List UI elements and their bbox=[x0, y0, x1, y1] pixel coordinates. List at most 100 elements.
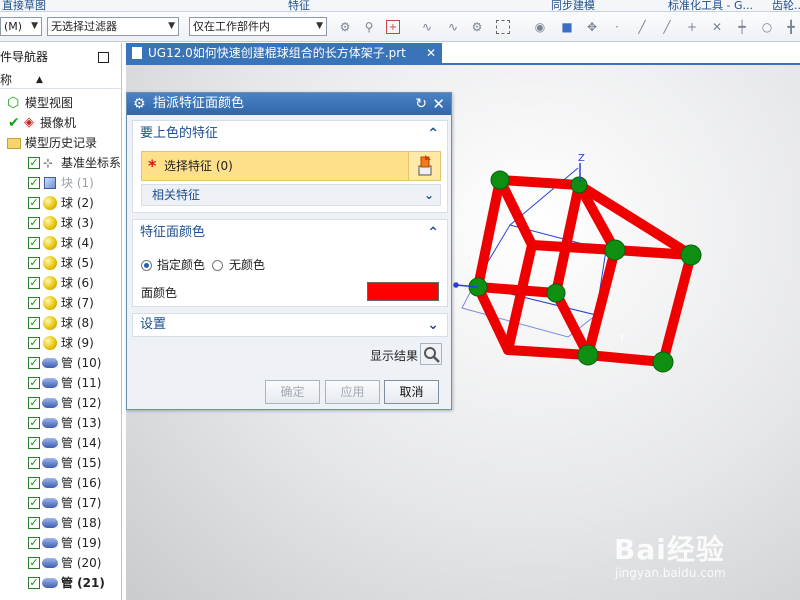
cross-icon[interactable]: ✕ bbox=[710, 20, 724, 34]
chevron-up-icon[interactable]: ⌃ bbox=[427, 220, 439, 246]
visibility-checkbox[interactable]: ✓ bbox=[28, 497, 40, 509]
search-icon[interactable] bbox=[420, 343, 442, 365]
visibility-checkbox[interactable]: ✓ bbox=[28, 437, 40, 449]
visibility-checkbox[interactable]: ✓ bbox=[28, 217, 40, 229]
gear-icon[interactable]: ⚙ bbox=[133, 93, 146, 115]
chevron-down-icon[interactable]: ⌄ bbox=[427, 314, 439, 336]
tree-item-sphere[interactable]: ✓ 球 (6) bbox=[0, 273, 121, 293]
point-icon[interactable]: · bbox=[610, 20, 624, 34]
tree-item-sphere[interactable]: ✓ 球 (2) bbox=[0, 193, 121, 213]
dialog-title-bar[interactable]: ⚙ 指派特征面颜色 ↻ ✕ bbox=[127, 93, 451, 115]
tree-item-tube[interactable]: ✓ 管 (16) bbox=[0, 473, 121, 493]
select-box-icon[interactable]: + bbox=[386, 20, 400, 34]
circle-icon[interactable]: ○ bbox=[760, 20, 774, 34]
visibility-checkbox[interactable]: ✓ bbox=[28, 317, 40, 329]
plus-icon[interactable]: + bbox=[685, 20, 699, 34]
tree-item-block[interactable]: ✓ 块 (1) bbox=[0, 173, 121, 193]
snap-points-icon[interactable]: ✥ bbox=[585, 20, 599, 34]
tree-item-camera[interactable]: ✔ ◈ 摄像机 bbox=[0, 113, 121, 133]
tree-item-datum-csys[interactable]: ✓ ⊹ 基准坐标系 bbox=[0, 153, 121, 173]
tree-item-tube[interactable]: ✓ 管 (12) bbox=[0, 393, 121, 413]
chevron-up-icon[interactable]: ⌃ bbox=[427, 121, 439, 147]
visibility-checkbox[interactable]: ✓ bbox=[28, 237, 40, 249]
tree-item-tube[interactable]: ✓ 管 (17) bbox=[0, 493, 121, 513]
section-header-color[interactable]: 特征面颜色 ⌃ bbox=[133, 220, 447, 246]
rectangle-select-icon[interactable] bbox=[496, 20, 510, 34]
radio-no-color[interactable] bbox=[212, 260, 223, 271]
tube-icon bbox=[42, 438, 58, 448]
visibility-checkbox[interactable]: ✓ bbox=[28, 377, 40, 389]
section-header-features[interactable]: 要上色的特征 ⌃ bbox=[133, 121, 447, 147]
face-rule-icon[interactable]: ∿ bbox=[446, 20, 460, 34]
visibility-checkbox[interactable]: ✓ bbox=[28, 277, 40, 289]
apply-button[interactable]: 应用 bbox=[325, 380, 380, 404]
curve-rule-icon[interactable]: ∿ bbox=[420, 20, 434, 34]
ok-button[interactable]: 确定 bbox=[265, 380, 320, 404]
visibility-checkbox[interactable]: ✓ bbox=[28, 257, 40, 269]
visibility-checkbox[interactable]: ✓ bbox=[28, 177, 40, 189]
ribbon-gear[interactable]: 齿轮... bbox=[772, 0, 800, 11]
menu-combo[interactable]: (M) ▼ bbox=[0, 17, 42, 36]
visibility-checkbox[interactable]: ✓ bbox=[28, 337, 40, 349]
tree-item-tube[interactable]: ✓ 管 (10) bbox=[0, 353, 121, 373]
tree-item-sphere[interactable]: ✓ 球 (4) bbox=[0, 233, 121, 253]
snap-icon[interactable]: ⚲ bbox=[362, 20, 376, 34]
tree-item-tube[interactable]: ✓ 管 (14) bbox=[0, 433, 121, 453]
cross-point-icon[interactable]: ┿ bbox=[735, 20, 749, 34]
tree-item-model-views[interactable]: ⬡ 模型视图 bbox=[0, 93, 121, 113]
tree-item-sphere[interactable]: ✓ 球 (7) bbox=[0, 293, 121, 313]
visibility-checkbox[interactable]: ✓ bbox=[28, 297, 40, 309]
visibility-checkbox[interactable]: ✓ bbox=[28, 477, 40, 489]
tree-item-tube[interactable]: ✓ 管 (15) bbox=[0, 453, 121, 473]
visibility-checkbox[interactable]: ✓ bbox=[28, 397, 40, 409]
tree-item-tube[interactable]: ✓ 管 (11) bbox=[0, 373, 121, 393]
tree-item-tube[interactable]: ✓ 管 (13) bbox=[0, 413, 121, 433]
ribbon-direct-sketch[interactable]: 直接草图 bbox=[2, 0, 46, 11]
line-icon[interactable]: ╱ bbox=[635, 20, 649, 34]
document-tab[interactable]: UG12.0如何快速创建棍球组合的长方体架子.prt ✕ bbox=[126, 43, 442, 63]
close-icon[interactable]: ✕ bbox=[426, 43, 436, 63]
tree-item-tube[interactable]: ✓ 管 (18) bbox=[0, 513, 121, 533]
tree-item-tube[interactable]: ✓ 管 (20) bbox=[0, 553, 121, 573]
line-icon-2[interactable]: ╱ bbox=[660, 20, 674, 34]
tree-item-sphere[interactable]: ✓ 球 (9) bbox=[0, 333, 121, 353]
visibility-checkbox[interactable]: ✓ bbox=[28, 197, 40, 209]
shaded-icon[interactable]: ◉ bbox=[533, 20, 547, 34]
visibility-checkbox[interactable]: ✓ bbox=[28, 157, 40, 169]
tree-item-tube[interactable]: ✓ 管 (19) bbox=[0, 533, 121, 553]
select-feature-icon[interactable] bbox=[408, 152, 440, 180]
face-color-swatch[interactable] bbox=[367, 282, 439, 301]
cross-icon-2[interactable]: ╋ bbox=[784, 20, 798, 34]
close-icon[interactable]: ✕ bbox=[432, 93, 445, 115]
column-header-name[interactable]: 名称 ▲ bbox=[0, 71, 121, 89]
visibility-checkbox[interactable]: ✓ bbox=[28, 417, 40, 429]
section-feature-face-color: 特征面颜色 ⌃ 指定颜色 无颜色 面颜色 bbox=[132, 219, 448, 307]
ribbon-standard-tools[interactable]: 标准化工具 - G... bbox=[668, 0, 753, 11]
tree-item-sphere[interactable]: ✓ 球 (3) bbox=[0, 213, 121, 233]
gear-icon[interactable]: ⚙ bbox=[470, 20, 484, 34]
tree-item-tube-current[interactable]: ✓ 管 (21) bbox=[0, 573, 121, 593]
maximize-icon[interactable] bbox=[98, 52, 109, 63]
chevron-down-icon: ▼ bbox=[316, 21, 323, 31]
tree-item-sphere[interactable]: ✓ 球 (8) bbox=[0, 313, 121, 333]
cancel-button[interactable]: 取消 bbox=[384, 380, 439, 404]
tree-item-model-history[interactable]: 模型历史记录 bbox=[0, 133, 121, 153]
visibility-checkbox[interactable]: ✓ bbox=[28, 517, 40, 529]
visibility-checkbox[interactable]: ✓ bbox=[28, 457, 40, 469]
visibility-checkbox[interactable]: ✓ bbox=[28, 557, 40, 569]
type-filter-combo[interactable]: 无选择过滤器 ▼ bbox=[47, 17, 179, 36]
feature-filter-icon[interactable]: ⚙ bbox=[338, 20, 352, 34]
visibility-checkbox[interactable]: ✓ bbox=[28, 577, 40, 589]
visibility-checkbox[interactable]: ✓ bbox=[28, 357, 40, 369]
ribbon-feature[interactable]: 特征 bbox=[288, 0, 310, 11]
reset-icon[interactable]: ↻ bbox=[415, 93, 427, 115]
selection-scope-combo[interactable]: 仅在工作部件内 ▼ bbox=[189, 17, 327, 36]
cube-icon[interactable]: ■ bbox=[560, 20, 574, 34]
visibility-checkbox[interactable]: ✓ bbox=[28, 537, 40, 549]
radio-specify-color[interactable] bbox=[141, 260, 152, 271]
section-header-settings[interactable]: 设置 ⌄ bbox=[133, 314, 447, 336]
select-feature-row[interactable]: * 选择特征 (0) bbox=[141, 151, 441, 181]
related-features-row[interactable]: 相关特征 ⌄ bbox=[141, 184, 441, 206]
ribbon-sync-modeling[interactable]: 同步建模 bbox=[551, 0, 595, 11]
tree-item-sphere[interactable]: ✓ 球 (5) bbox=[0, 253, 121, 273]
